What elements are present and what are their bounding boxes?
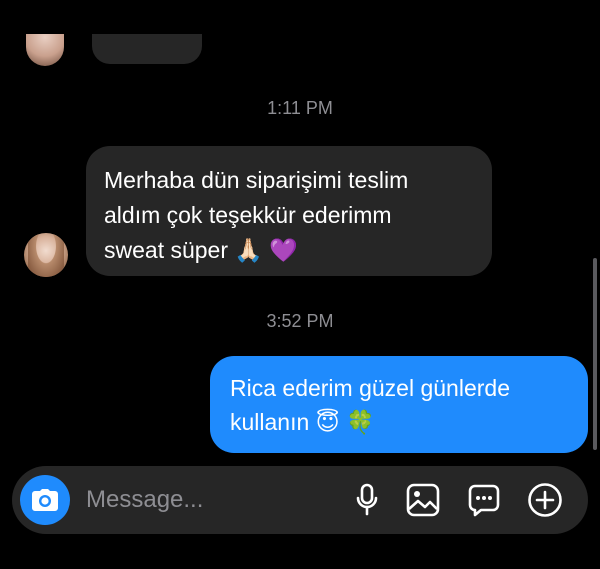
camera-icon	[32, 489, 58, 511]
chat-screen: 1:11 PM Merhaba dün siparişimi teslim al…	[0, 0, 600, 569]
message-line: aldım çok teşekkür ederimm	[104, 202, 392, 228]
more-options-button[interactable]	[527, 482, 563, 518]
contact-avatar[interactable]	[24, 233, 68, 277]
timestamp: 1:11 PM	[267, 98, 333, 118]
plus-icon	[528, 483, 562, 517]
message-composer	[12, 466, 588, 534]
timestamp: 3:52 PM	[266, 311, 334, 331]
sticker-button[interactable]	[466, 482, 502, 518]
message-line: Merhaba dün siparişimi teslim	[104, 167, 409, 193]
scrollbar[interactable]	[593, 258, 597, 450]
sticker-icon	[468, 484, 500, 517]
message-input[interactable]	[86, 483, 326, 517]
previous-message-avatar	[26, 34, 64, 66]
message-line: Rica ederim güzel günlerde	[230, 375, 510, 401]
camera-button[interactable]	[20, 475, 70, 525]
microphone-icon	[356, 483, 378, 516]
incoming-message-bubble[interactable]: Merhaba dün siparişimi teslim aldım çok …	[86, 146, 492, 276]
voice-message-button[interactable]	[349, 482, 385, 518]
outgoing-message-bubble[interactable]: Rica ederim güzel günlerde kullanın 😇 🍀	[210, 356, 588, 453]
gallery-button[interactable]	[405, 482, 441, 518]
message-line: kullanın 😇 🍀	[230, 409, 375, 435]
message-line: sweat süper 🙏🏻 💜	[104, 237, 299, 263]
previous-message-bubble[interactable]	[92, 34, 202, 64]
gallery-icon	[406, 483, 440, 517]
